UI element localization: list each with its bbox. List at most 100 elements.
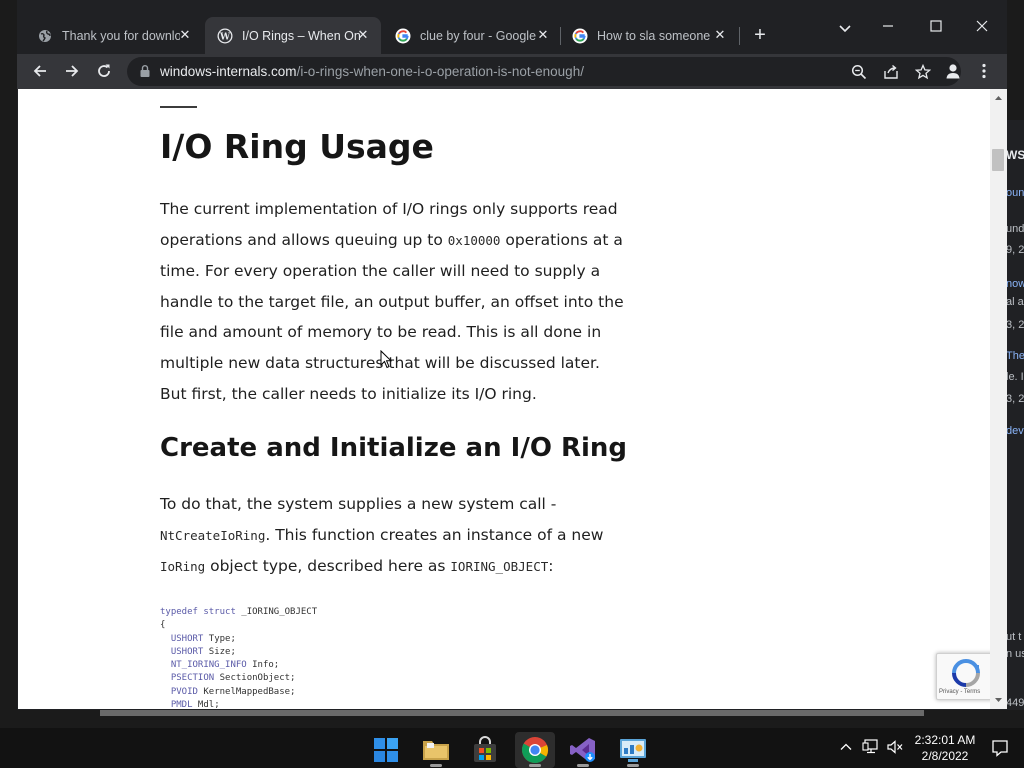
mouse-cursor-icon — [380, 350, 392, 369]
bg-text: 9, 20 — [1006, 244, 1024, 256]
code-line: USHORT Type; — [160, 633, 236, 644]
recaptcha-icon — [952, 659, 980, 687]
code-line: PVOID KernelMappedBase; — [160, 686, 296, 697]
close-icon[interactable]: ✕ — [712, 27, 728, 43]
paragraph-create: To do that, the system supplies a new sy… — [160, 489, 630, 583]
url-host: windows-internals.com — [160, 64, 297, 79]
close-icon[interactable]: ✕ — [535, 27, 551, 43]
menu-button[interactable] — [975, 59, 993, 83]
share-icon[interactable] — [881, 62, 901, 82]
heading-io-ring-usage: I/O Ring Usage — [160, 127, 434, 166]
windows-start-icon — [374, 738, 398, 762]
taskbar: 2:32:01 AM 2/8/2022 — [0, 728, 1024, 768]
chevron-up-icon — [840, 743, 852, 750]
lock-icon[interactable] — [139, 64, 151, 78]
bg-text: 3, 20 — [1006, 319, 1024, 331]
paragraph-text: operations at a time. For every operatio… — [160, 230, 624, 403]
tab-search-button[interactable] — [835, 18, 855, 38]
taskbar-clock[interactable]: 2:32:01 AM 2/8/2022 — [906, 732, 984, 764]
bg-text: 449 — [1006, 697, 1024, 709]
maximize-button[interactable] — [913, 12, 959, 40]
bg-text: le. I — [1006, 371, 1024, 383]
clock-date: 2/8/2022 — [921, 749, 969, 763]
code-block: typedef struct _IORING_OBJECT { USHORT Ty… — [160, 606, 317, 709]
url-text[interactable]: windows-internals.com/i-o-rings-when-one… — [160, 64, 584, 79]
bg-link[interactable]: ound — [1006, 187, 1024, 199]
bg-text: WS — [1006, 148, 1024, 162]
inline-code: 0x10000 — [447, 232, 501, 248]
bg-link[interactable]: now — [1006, 278, 1024, 290]
notification-center-button[interactable] — [990, 738, 1010, 758]
back-button[interactable] — [27, 58, 53, 84]
scroll-thumb[interactable] — [992, 149, 1004, 171]
google-icon — [572, 28, 588, 44]
vertical-scrollbar[interactable] — [990, 89, 1007, 709]
minimize-icon — [883, 25, 893, 27]
recaptcha-terms[interactable]: Privacy - Terms — [939, 689, 980, 695]
paragraph-text: . This function creates an instance of a… — [265, 525, 604, 544]
volume-tray-button[interactable] — [886, 738, 904, 756]
running-indicator — [577, 764, 589, 767]
browser-toolbar: windows-internals.com/i-o-rings-when-one… — [17, 54, 1007, 89]
person-icon — [946, 64, 960, 79]
start-button[interactable] — [366, 732, 406, 768]
paragraph-text: To do that, the system supplies a new sy… — [160, 495, 557, 513]
profile-button[interactable] — [941, 59, 965, 83]
bg-text: 3, 20 — [1006, 393, 1024, 405]
close-icon — [976, 20, 988, 32]
tab-how-to[interactable]: How to sla someone ✕ — [560, 17, 738, 54]
taskbar-control-panel[interactable] — [613, 732, 653, 768]
taskbar-microsoft-store[interactable] — [465, 732, 505, 768]
forward-button[interactable] — [59, 58, 85, 84]
code-line: USHORT Size; — [160, 646, 236, 657]
arrow-left-icon — [33, 65, 46, 77]
tab-separator — [739, 27, 740, 45]
minimize-button[interactable] — [865, 12, 911, 40]
zoom-icon[interactable] — [849, 62, 869, 82]
triangle-up-icon — [995, 96, 1002, 100]
code-line: typedef struct _IORING_OBJECT — [160, 607, 318, 617]
taskbar-file-explorer[interactable] — [416, 732, 456, 768]
reload-button[interactable] — [91, 58, 117, 84]
wordpress-icon: W — [217, 28, 233, 44]
heading-create-initialize: Create and Initialize an I/O Ring — [160, 433, 628, 463]
network-tray-button[interactable] — [862, 738, 880, 756]
recaptcha-badge[interactable]: Privacy - Terms — [936, 653, 990, 700]
bg-link[interactable]: dev — [1006, 425, 1024, 437]
background-window: WS ound und 9, 20 now al a 3, 20 The le.… — [1004, 120, 1024, 710]
kebab-menu-icon — [982, 63, 986, 79]
taskbar-chrome[interactable] — [515, 732, 555, 768]
tab-thank-you[interactable]: Thank you for downloa ✕ — [25, 17, 203, 54]
code-line: PMDL Mdl; — [160, 700, 220, 709]
close-icon[interactable]: ✕ — [177, 27, 193, 43]
scroll-down-button[interactable] — [990, 693, 1007, 707]
svg-text:W: W — [219, 32, 231, 42]
scroll-up-button[interactable] — [990, 91, 1007, 105]
volume-muted-icon — [887, 740, 903, 754]
code-line: { — [160, 620, 166, 631]
tab-clue-by-four[interactable]: clue by four - Google ✕ — [383, 17, 561, 54]
bg-link[interactable]: The — [1006, 350, 1024, 362]
star-icon[interactable] — [913, 62, 933, 82]
bg-text: und — [1006, 223, 1024, 235]
taskbar-visual-studio[interactable] — [563, 732, 603, 768]
close-window-button[interactable] — [959, 12, 1005, 40]
tab-strip: Thank you for downloa ✕ W I/O Rings – Wh… — [17, 0, 1007, 55]
maximize-icon — [930, 20, 942, 32]
new-tab-button[interactable]: + — [749, 24, 771, 46]
section-divider — [160, 106, 197, 108]
file-explorer-icon — [423, 741, 449, 760]
tab-title: I/O Rings – When One — [242, 28, 360, 43]
paragraph-text: object type, described here as — [205, 557, 451, 576]
paragraph-usage: The current implementation of I/O rings … — [160, 194, 630, 409]
tab-title: Thank you for downloa — [62, 28, 180, 43]
reload-icon — [98, 64, 110, 77]
microsoft-store-icon — [474, 736, 496, 762]
bg-text: al a — [1006, 296, 1024, 308]
tab-io-rings[interactable]: W I/O Rings – When One ✕ — [205, 17, 381, 54]
tray-overflow-button[interactable] — [837, 738, 855, 756]
triangle-down-icon — [995, 698, 1002, 702]
close-icon[interactable]: ✕ — [355, 27, 371, 43]
address-bar[interactable]: windows-internals.com/i-o-rings-when-one… — [127, 57, 961, 86]
network-icon — [862, 739, 878, 754]
